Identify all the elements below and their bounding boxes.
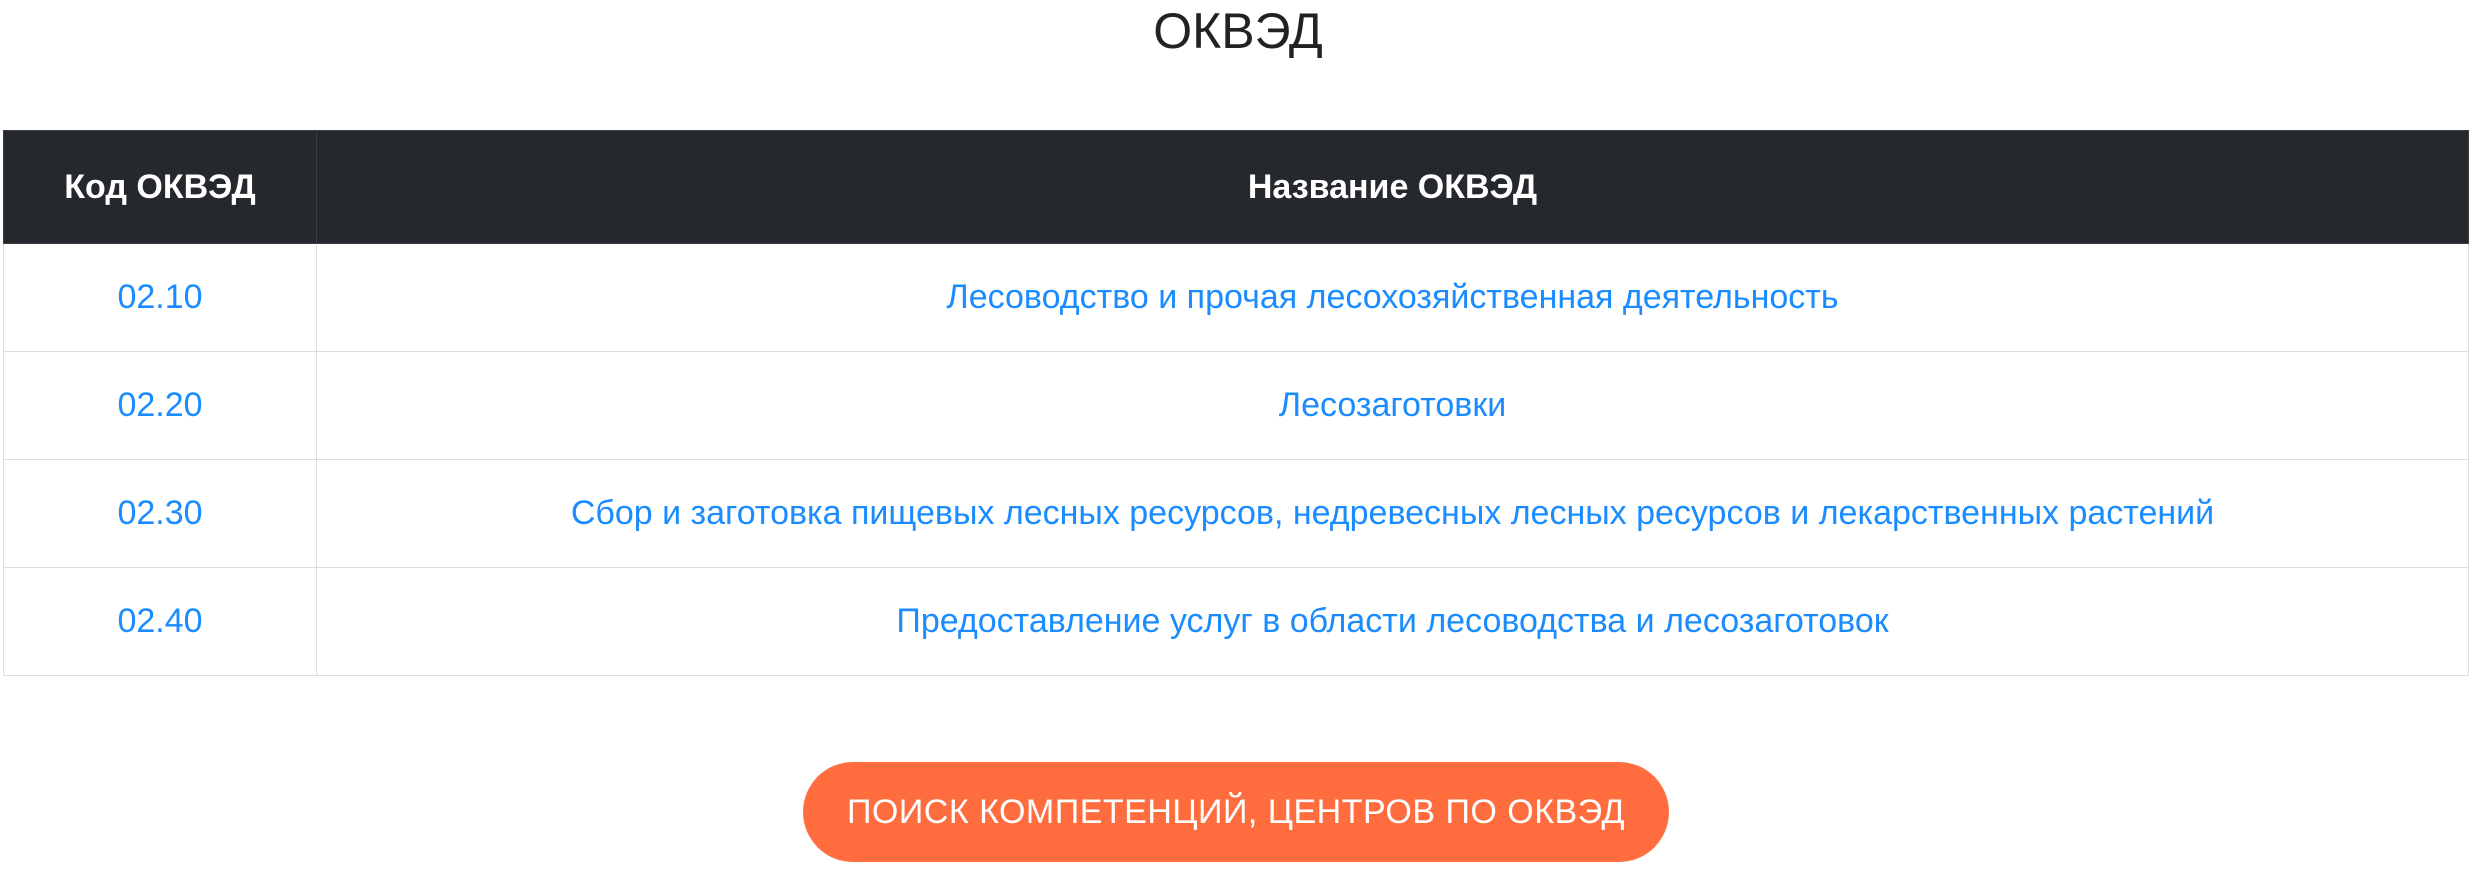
okved-code-link[interactable]: 02.30: [117, 494, 202, 532]
header-code: Код ОКВЭД: [3, 130, 317, 244]
table-row: 02.40 Предоставление услуг в области лес…: [3, 567, 2469, 676]
okved-page: ОКВЭД Код ОКВЭД Название ОКВЭД 02.10 Лес…: [0, 0, 2476, 871]
name-cell: Лесоводство и прочая лесохозяйственная д…: [316, 243, 2469, 352]
okved-table: Код ОКВЭД Название ОКВЭД 02.10 Лесоводст…: [3, 130, 2469, 676]
table-header-row: Код ОКВЭД Название ОКВЭД: [3, 130, 2469, 244]
okved-name-link[interactable]: Сбор и заготовка пищевых лесных ресурсов…: [571, 494, 2214, 532]
page-title: ОКВЭД: [1153, 3, 1323, 59]
name-cell: Предоставление услуг в области лесоводст…: [316, 567, 2469, 676]
okved-code-link[interactable]: 02.20: [117, 386, 202, 424]
table-row: 02.30 Сбор и заготовка пищевых лесных ре…: [3, 459, 2469, 568]
okved-code-link[interactable]: 02.40: [117, 602, 202, 640]
okved-name-link[interactable]: Предоставление услуг в области лесоводст…: [896, 602, 1888, 640]
name-cell: Сбор и заготовка пищевых лесных ресурсов…: [316, 459, 2469, 568]
okved-name-link[interactable]: Лесоводство и прочая лесохозяйственная д…: [946, 278, 1838, 316]
okved-name-link[interactable]: Лесозаготовки: [1279, 386, 1506, 424]
table-row: 02.20 Лесозаготовки: [3, 351, 2469, 460]
code-cell: 02.40: [3, 567, 317, 676]
code-cell: 02.20: [3, 351, 317, 460]
search-competencies-button[interactable]: ПОИСК КОМПЕТЕНЦИЙ, ЦЕНТРОВ ПО ОКВЭД: [803, 762, 1669, 862]
code-cell: 02.10: [3, 243, 317, 352]
code-cell: 02.30: [3, 459, 317, 568]
okved-code-link[interactable]: 02.10: [117, 278, 202, 316]
header-name: Название ОКВЭД: [316, 130, 2469, 244]
table-row: 02.10 Лесоводство и прочая лесохозяйстве…: [3, 243, 2469, 352]
name-cell: Лесозаготовки: [316, 351, 2469, 460]
